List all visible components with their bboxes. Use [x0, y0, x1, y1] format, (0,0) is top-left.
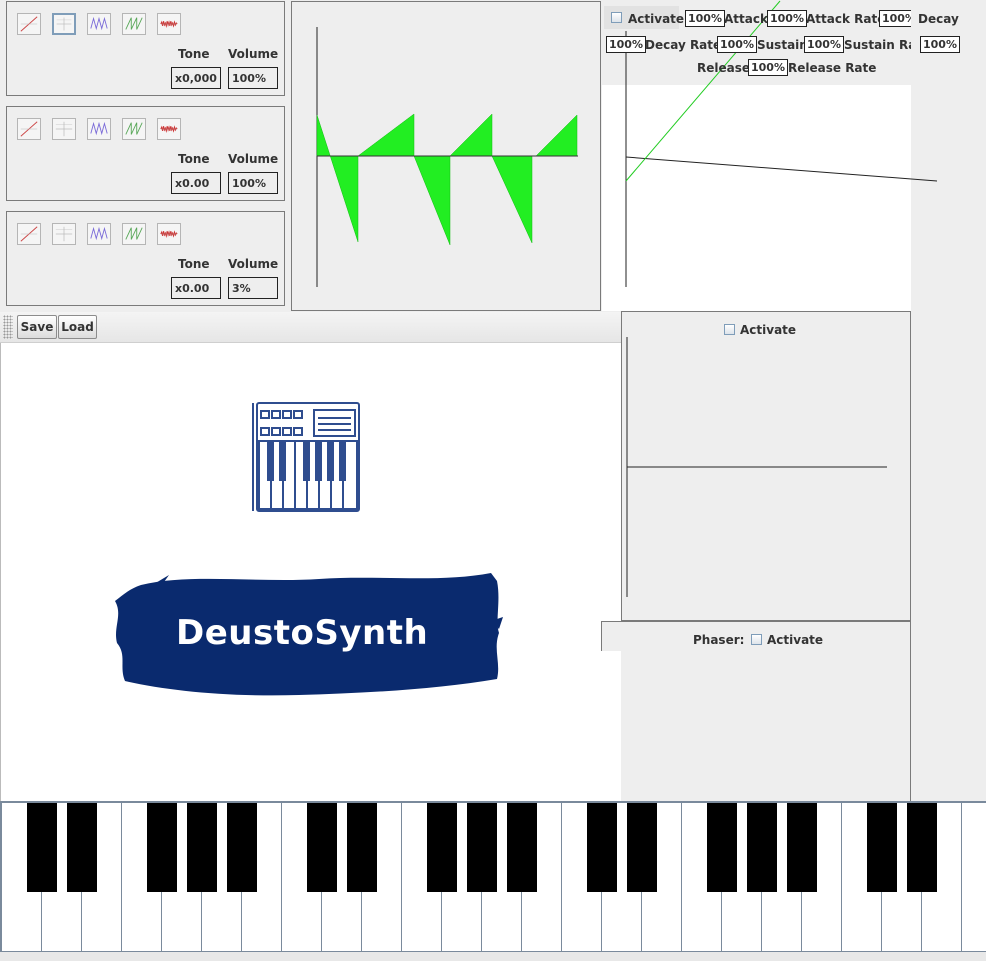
- filter-graph: [626, 337, 887, 597]
- filter-panel: Activate: [621, 311, 911, 621]
- phaser-label: Phaser:: [693, 633, 745, 647]
- black-key[interactable]: [27, 803, 57, 892]
- black-key[interactable]: [187, 803, 217, 892]
- volume-label: Volume: [228, 257, 279, 271]
- release-rate-label: Release Rate: [788, 61, 877, 75]
- waveform-segment: [535, 114, 578, 157]
- triangle-wave-icon[interactable]: [87, 223, 111, 245]
- waveform-plot: [316, 27, 578, 287]
- volume-label: Volume: [228, 152, 279, 166]
- release-label: Release: [697, 61, 751, 75]
- sawtooth-wave-icon[interactable]: [122, 223, 146, 245]
- logo-text: DeustoSynth: [176, 613, 429, 653]
- tone-field[interactable]: x0.00: [171, 172, 221, 194]
- attack-rate-field[interactable]: 100%: [767, 10, 807, 27]
- logo-area: DeustoSynth: [0, 343, 622, 801]
- tone-label: Tone: [178, 47, 210, 61]
- sustain-rate-overflow-field[interactable]: 100%: [920, 36, 960, 53]
- volume-field[interactable]: 3%: [228, 277, 278, 299]
- waveform-segment: [449, 113, 493, 157]
- volume-field[interactable]: 100%: [228, 172, 278, 194]
- oscillator-panel-3: Tone Volume x0.00 3%: [6, 211, 285, 306]
- noise-wave-icon[interactable]: [157, 118, 181, 140]
- save-button[interactable]: Save: [17, 315, 57, 339]
- triangle-wave-icon[interactable]: [87, 118, 111, 140]
- black-key[interactable]: [467, 803, 497, 892]
- black-key[interactable]: [587, 803, 617, 892]
- waveform-display: [291, 1, 601, 311]
- black-key[interactable]: [907, 803, 937, 892]
- noise-wave-icon[interactable]: [157, 13, 181, 35]
- triangle-wave-icon[interactable]: [87, 13, 111, 35]
- tone-label: Tone: [178, 257, 210, 271]
- oscillator-panel-2: Tone Volume x0.00 100%: [6, 106, 285, 201]
- sine-wave-icon[interactable]: [17, 223, 41, 245]
- decay-label-overflow: Decay: [918, 12, 959, 26]
- black-key[interactable]: [227, 803, 257, 892]
- waveform-segment: [316, 114, 359, 243]
- black-key[interactable]: [67, 803, 97, 892]
- black-key[interactable]: [787, 803, 817, 892]
- tone-label: Tone: [178, 152, 210, 166]
- waveform-segment: [357, 113, 415, 157]
- toolbar: Save Load: [0, 312, 621, 343]
- waveform-segment: [413, 155, 451, 246]
- decay-rate-label: Decay Rate: [645, 38, 722, 52]
- attack-rate-label: Attack Rate: [806, 12, 886, 26]
- black-key[interactable]: [347, 803, 377, 892]
- sine-wave-icon[interactable]: [17, 118, 41, 140]
- phaser-activate-label: Activate: [767, 633, 824, 647]
- white-key[interactable]: [962, 803, 986, 953]
- black-key[interactable]: [507, 803, 537, 892]
- volume-field[interactable]: 100%: [228, 67, 278, 89]
- toolbar-grip[interactable]: [3, 315, 13, 339]
- attack-label: Attack: [724, 12, 768, 26]
- attack-field[interactable]: 100%: [685, 10, 725, 27]
- sawtooth-wave-icon[interactable]: [122, 118, 146, 140]
- envelope-panel: Activate 100% Attack 100% Attack Rate 10…: [602, 0, 960, 311]
- sustain-label: Sustain: [757, 38, 808, 52]
- volume-label: Volume: [228, 47, 279, 61]
- square-wave-icon[interactable]: [52, 118, 76, 140]
- black-key[interactable]: [867, 803, 897, 892]
- piano-keyboard: [0, 801, 986, 960]
- sawtooth-wave-icon[interactable]: [122, 13, 146, 35]
- sustain-field[interactable]: 100%: [717, 36, 757, 53]
- phaser-activate-checkbox[interactable]: [751, 634, 762, 645]
- waveform-segment: [491, 155, 533, 244]
- envelope-activate-checkbox[interactable]: [611, 12, 622, 23]
- tone-field[interactable]: x0.00: [171, 277, 221, 299]
- release-field[interactable]: 100%: [748, 59, 788, 76]
- black-key[interactable]: [747, 803, 777, 892]
- decay-rate-field[interactable]: 100%: [606, 36, 646, 53]
- black-key[interactable]: [427, 803, 457, 892]
- oscillator-panel-1: Tone Volume x0,000 100%: [6, 1, 285, 96]
- tone-field[interactable]: x0,000: [171, 67, 221, 89]
- black-key[interactable]: [707, 803, 737, 892]
- black-key[interactable]: [627, 803, 657, 892]
- black-key[interactable]: [147, 803, 177, 892]
- sustain-rate-field[interactable]: 100%: [804, 36, 844, 53]
- sine-wave-icon[interactable]: [17, 13, 41, 35]
- load-button[interactable]: Load: [58, 315, 97, 339]
- black-key[interactable]: [307, 803, 337, 892]
- envelope-activate-label: Activate: [628, 12, 685, 26]
- phaser-white-gap: [601, 651, 621, 801]
- synthesizer-logo-icon: [252, 402, 360, 512]
- noise-wave-icon[interactable]: [157, 223, 181, 245]
- square-wave-icon[interactable]: [52, 13, 76, 35]
- phaser-panel: Phaser: Activate: [601, 621, 911, 801]
- square-wave-icon[interactable]: [52, 223, 76, 245]
